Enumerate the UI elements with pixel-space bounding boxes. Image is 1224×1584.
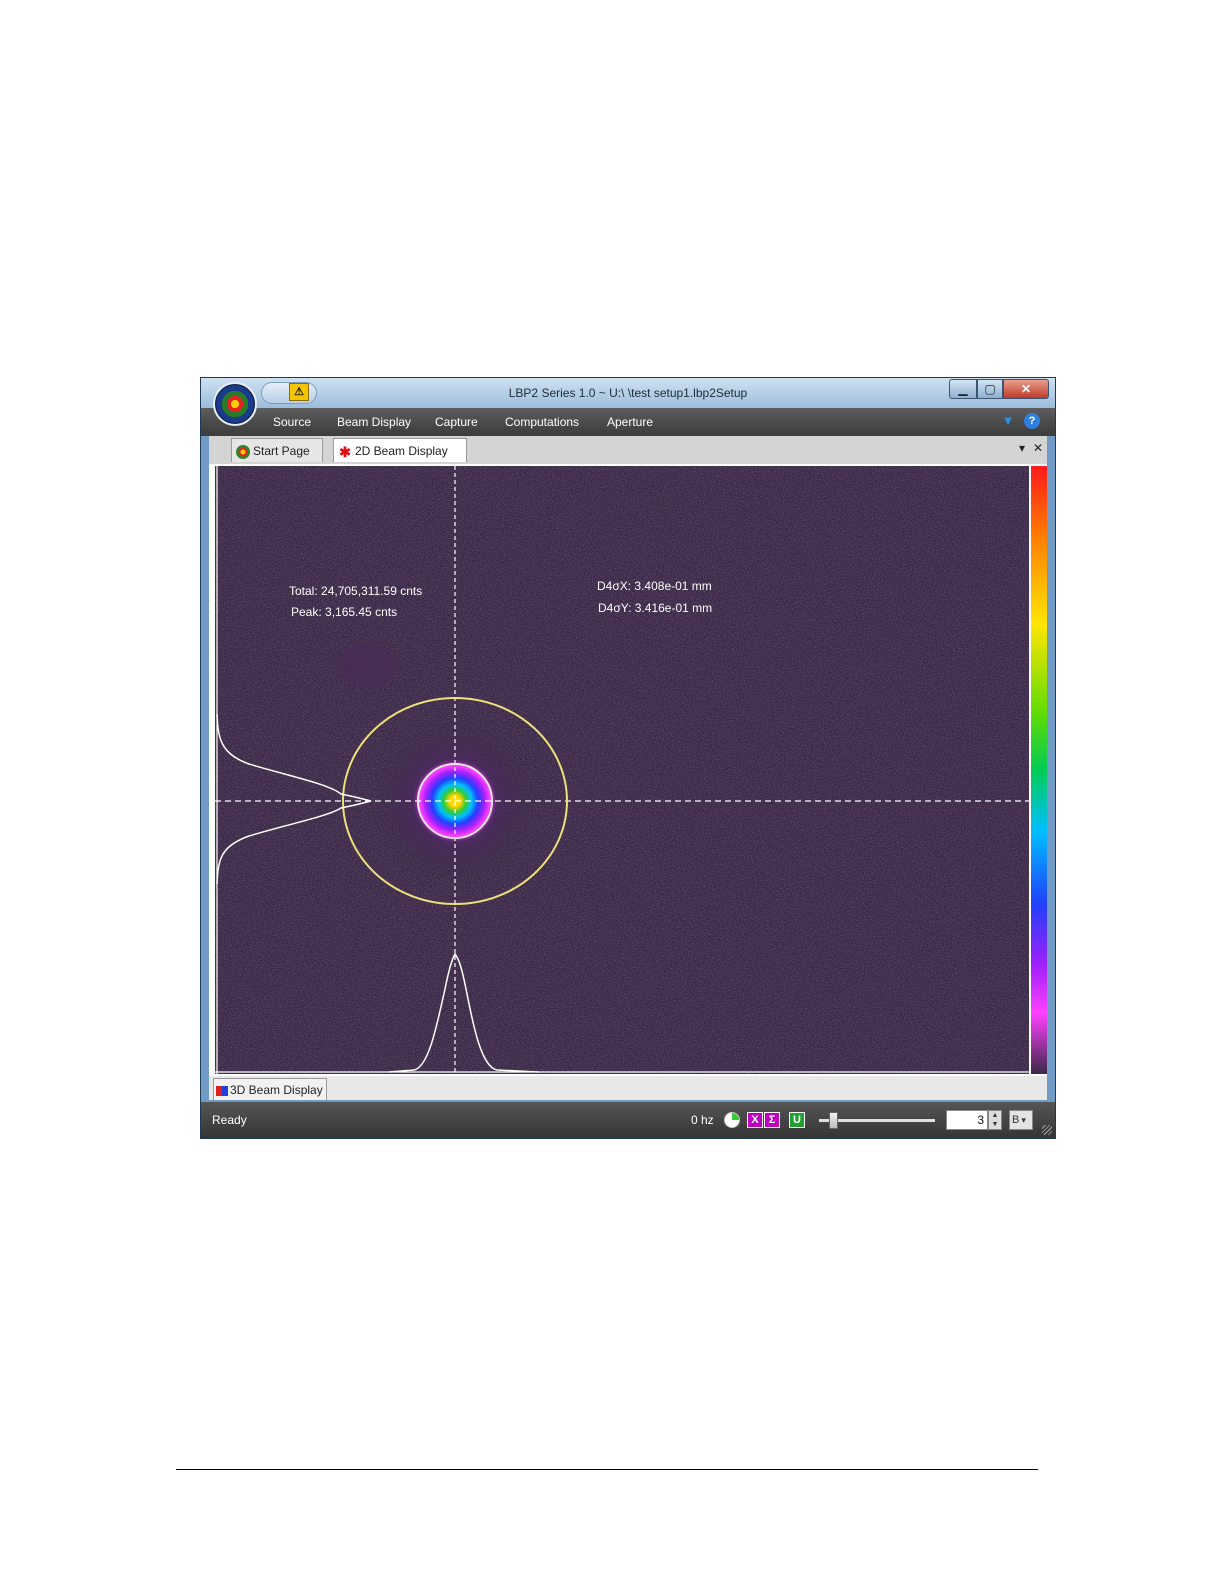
d4sigma-x-label: D4σX: 3.408e-01 mm [597, 579, 712, 593]
2d-beam-display[interactable]: Total: 24,705,311.59 cnts Peak: 3,165.45… [209, 464, 1047, 1076]
application-window: ⚠ LBP2 Series 1.0 ~ U:\ \test setup1.lbp… [200, 377, 1056, 1139]
application-menu-button[interactable] [213, 382, 257, 426]
menu-bar: Source Beam Display Capture Computations… [201, 408, 1055, 436]
b-select[interactable]: B ▾ [1009, 1110, 1033, 1130]
menu-item-source[interactable]: Source [273, 408, 311, 436]
tab-2d-beam-display[interactable]: ✱ 2D Beam Display [333, 438, 467, 462]
tab-2d-beam-display-label: 2D Beam Display [355, 444, 448, 458]
status-text: Ready [212, 1113, 247, 1127]
total-counts-label: Total: 24,705,311.59 cnts [289, 584, 423, 598]
spin-down-icon[interactable]: ▼ [989, 1120, 1001, 1129]
pie-clock-icon[interactable] [724, 1112, 740, 1128]
tab-3d-beam-display[interactable]: 3D Beam Display [213, 1078, 327, 1100]
start-page-icon [236, 444, 250, 459]
beam-image-svg [215, 464, 1047, 1074]
menu-item-aperture[interactable]: Aperture [607, 408, 653, 436]
window-title: LBP2 Series 1.0 ~ U:\ \test setup1.lbp2S… [508, 386, 748, 400]
tab-start-page[interactable]: Start Page [231, 438, 323, 462]
x-bar-icon[interactable]: X [747, 1112, 763, 1128]
slider-thumb[interactable] [829, 1112, 838, 1129]
maximize-button[interactable]: ▢ [977, 379, 1003, 399]
resize-grip-icon[interactable] [1042, 1125, 1052, 1135]
window-controls: ▁ ▢ ✕ [949, 379, 1049, 399]
document-tab-strip: Start Page ✱ 2D Beam Display ▾ ✕ [209, 436, 1047, 464]
spin-up-icon[interactable]: ▲ [989, 1111, 1001, 1120]
help-icon[interactable]: ? [1024, 413, 1040, 429]
laser-star-icon: ✱ [339, 443, 351, 460]
menu-item-capture[interactable]: Capture [435, 408, 478, 436]
spin-arrows[interactable]: ▲ ▼ [988, 1110, 1002, 1130]
u-icon[interactable]: U [789, 1112, 805, 1128]
close-button[interactable]: ✕ [1003, 379, 1049, 399]
filter-icon[interactable]: ▼ [1000, 413, 1016, 429]
title-bar[interactable]: ⚠ LBP2 Series 1.0 ~ U:\ \test setup1.lbp… [201, 378, 1055, 408]
tab-dropdown-icon[interactable]: ▾ [1019, 441, 1025, 455]
tab-start-page-label: Start Page [253, 444, 310, 458]
close-icon: ✕ [1020, 382, 1032, 396]
b-select-value: B [1012, 1114, 1020, 1126]
minimize-icon: ▁ [958, 382, 968, 396]
page-footer-rule [176, 1469, 1038, 1470]
menu-item-beam-display[interactable]: Beam Display [337, 408, 411, 436]
d4sigma-y-label: D4σY: 3.416e-01 mm [598, 601, 713, 615]
tab-close-icon[interactable]: ✕ [1033, 441, 1043, 455]
status-bar: Ready 0 hz X Σ U 3 ▲ ▼ B ▾ [201, 1102, 1055, 1138]
chevron-down-icon: ▾ [1021, 1115, 1026, 1125]
minimize-button[interactable]: ▁ [949, 379, 977, 399]
peak-counts-label: Peak: 3,165.45 cnts [291, 605, 398, 619]
frame-rate: 0 hz [691, 1113, 714, 1127]
sensor-noise [215, 466, 1029, 1074]
bottom-tab-strip: 3D Beam Display [209, 1076, 1047, 1100]
3d-display-icon-blue [222, 1085, 228, 1096]
sigma-icon[interactable]: Σ [764, 1112, 780, 1128]
maximize-icon: ▢ [984, 382, 996, 396]
frame-count-input[interactable]: 3 [946, 1110, 988, 1130]
tab-3d-beam-display-label: 3D Beam Display [230, 1083, 323, 1097]
dust-spot [337, 644, 397, 688]
menu-item-computations[interactable]: Computations [505, 408, 579, 436]
color-scale-bar [1031, 466, 1047, 1074]
